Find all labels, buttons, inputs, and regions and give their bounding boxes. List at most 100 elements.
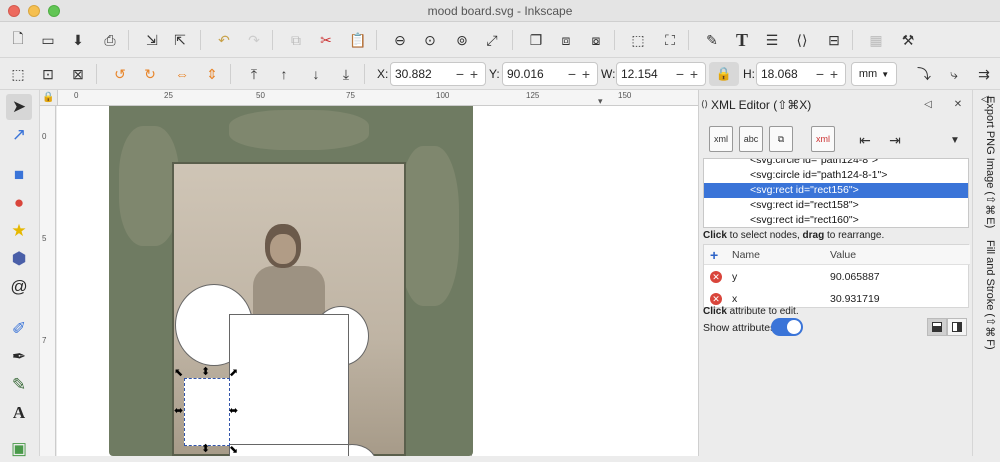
rotate-ccw-icon[interactable]: ↺ <box>108 62 132 86</box>
vertical-layout-button[interactable] <box>947 318 967 336</box>
scale-corners-icon[interactable]: ⤷ <box>942 62 966 86</box>
scale-handle-s[interactable]: ⬍ <box>201 444 210 455</box>
more-options-icon[interactable]: ▼ <box>943 128 967 152</box>
copy-icon[interactable]: ⧉ <box>284 28 308 52</box>
group-icon[interactable]: ⬚ <box>626 28 650 52</box>
pencil-tool-icon[interactable]: ✐ <box>6 316 32 342</box>
preferences-icon[interactable]: ⚒ <box>896 28 920 52</box>
y-input[interactable] <box>503 64 565 84</box>
dock-icon[interactable]: ◁ <box>921 97 935 111</box>
duplicate-node-button[interactable]: ⧉ <box>769 126 793 152</box>
print-icon[interactable]: ⎙ <box>98 28 122 52</box>
move-gradients-icon[interactable]: ⇉ <box>972 62 996 86</box>
ellipse-tool-icon[interactable]: ● <box>6 190 32 216</box>
gradient-tool-icon[interactable]: ▣ <box>6 436 32 462</box>
h-decrement-button[interactable]: − <box>813 66 827 82</box>
attribute-name[interactable]: y <box>732 271 737 283</box>
deselect-icon[interactable]: ⊠ <box>66 62 90 86</box>
y-increment-button[interactable]: + <box>579 66 593 82</box>
h-field[interactable]: − + <box>756 62 846 86</box>
delete-attribute-icon[interactable]: ✕ <box>710 271 722 283</box>
xml-node[interactable]: <svg:circle id="path124-8"> <box>704 159 968 168</box>
indent-node-icon[interactable]: ⇥ <box>883 128 907 152</box>
duplicate-icon[interactable]: ❐ <box>524 28 548 52</box>
w-decrement-button[interactable]: − <box>673 66 687 82</box>
delete-node-button[interactable]: xml <box>811 126 835 152</box>
clone-icon[interactable]: ⧈ <box>554 28 578 52</box>
new-text-node-button[interactable]: abc <box>739 126 763 152</box>
xml-node-selected[interactable]: <svg:rect id="rect156"> <box>704 183 968 198</box>
zoom-page-icon[interactable]: ⊚ <box>450 28 474 52</box>
rect-shape[interactable] <box>229 444 349 456</box>
x-decrement-button[interactable]: − <box>453 66 467 82</box>
align-icon[interactable]: ⊟ <box>822 28 846 52</box>
scale-handle-ne[interactable]: ⬈ <box>229 368 238 379</box>
new-document-icon[interactable]: 🗋 <box>6 28 30 52</box>
unit-select[interactable]: mm ▼ <box>851 62 897 86</box>
horizontal-layout-button[interactable] <box>927 318 947 336</box>
unlink-clone-icon[interactable]: ⧇ <box>584 28 608 52</box>
node-tool-icon[interactable]: ↗ <box>6 122 32 148</box>
h-input[interactable] <box>757 64 813 84</box>
rotate-cw-icon[interactable]: ↻ <box>138 62 162 86</box>
paste-icon[interactable]: 📋 <box>346 28 370 52</box>
h-increment-button[interactable]: + <box>827 66 841 82</box>
attribute-row[interactable]: ✕ y 90.065887 <box>704 267 970 287</box>
x-increment-button[interactable]: + <box>467 66 481 82</box>
zoom-drawing-icon[interactable]: ⊙ <box>418 28 442 52</box>
xml-node[interactable]: <svg:rect id="rect158"> <box>704 198 968 213</box>
close-icon[interactable]: ✕ <box>951 97 965 111</box>
text-icon[interactable]: T <box>730 28 754 52</box>
lock-guides-icon[interactable]: 🔒 <box>42 92 54 103</box>
y-decrement-button[interactable]: − <box>565 66 579 82</box>
rect-shape[interactable] <box>229 314 349 446</box>
spiral-tool-icon[interactable]: @ <box>6 274 32 300</box>
unindent-node-icon[interactable]: ⇤ <box>853 128 877 152</box>
3d-box-tool-icon[interactable]: ⬢ <box>6 246 32 272</box>
raise-icon[interactable]: ↑ <box>272 62 296 86</box>
scale-handle-n[interactable]: ⬍ <box>201 367 210 378</box>
w-field[interactable]: − + <box>616 62 706 86</box>
delete-attribute-icon[interactable]: ✕ <box>710 293 722 305</box>
flip-horizontal-icon[interactable]: ⇔ <box>170 62 194 86</box>
import-icon[interactable]: ⇲ <box>140 28 164 52</box>
scale-handle-e[interactable]: ⬌ <box>229 406 238 417</box>
text-tool-icon[interactable]: A <box>6 400 32 426</box>
select-all-layers-icon[interactable]: ⊡ <box>36 62 60 86</box>
y-field[interactable]: − + <box>502 62 598 86</box>
canvas[interactable]: ⬉ ⬍ ⬈ ⬌ ⬌ ⬍ ⬊ <box>57 106 698 456</box>
undo-icon[interactable]: ↶ <box>212 28 236 52</box>
selected-rect-shape[interactable] <box>184 378 230 446</box>
show-attributes-toggle[interactable] <box>771 318 803 336</box>
zoom-selection-icon[interactable]: ⊖ <box>388 28 412 52</box>
zoom-fit-icon[interactable]: ⤢ <box>480 28 504 52</box>
lower-icon[interactable]: ↓ <box>304 62 328 86</box>
horizontal-ruler[interactable]: 0 25 50 75 100 125 150 ▾ <box>58 90 698 106</box>
document-properties-icon[interactable]: ▦ <box>864 28 888 52</box>
scale-handle-nw[interactable]: ⬉ <box>174 368 183 379</box>
redo-icon[interactable]: ↷ <box>242 28 266 52</box>
lower-to-bottom-icon[interactable]: ⤓ <box>334 62 358 86</box>
ungroup-icon[interactable]: ⛶ <box>658 28 682 52</box>
raise-to-top-icon[interactable]: ⤒ <box>242 62 266 86</box>
tab-export-png[interactable]: Export PNG Image (⇧⌘E) <box>977 96 997 228</box>
save-icon[interactable]: ⬇ <box>66 28 90 52</box>
xml-node-tree[interactable]: <svg:circle id="path124-8"> <svg:circle … <box>703 158 969 228</box>
calligraphy-tool-icon[interactable]: ✎ <box>6 372 32 398</box>
flip-vertical-icon[interactable]: ⇕ <box>200 62 224 86</box>
open-icon[interactable]: ▭ <box>36 28 60 52</box>
w-increment-button[interactable]: + <box>687 66 701 82</box>
selector-tool-icon[interactable]: ➤ <box>6 94 32 120</box>
x-field[interactable]: − + <box>390 62 486 86</box>
vertical-ruler[interactable]: 0 5 7 <box>40 106 56 456</box>
cut-icon[interactable]: ✂ <box>314 28 338 52</box>
rectangle-tool-icon[interactable]: ■ <box>6 162 32 188</box>
star-tool-icon[interactable]: ★ <box>6 218 32 244</box>
add-attribute-icon[interactable]: + <box>710 247 718 263</box>
lock-aspect-button[interactable]: 🔒 <box>709 62 739 86</box>
attribute-value[interactable]: 90.065887 <box>830 271 880 283</box>
attribute-name[interactable]: x <box>732 293 737 305</box>
new-element-node-button[interactable]: xml <box>709 126 733 152</box>
xml-editor-icon[interactable]: ⟨⟩ <box>790 28 814 52</box>
x-input[interactable] <box>391 64 453 84</box>
